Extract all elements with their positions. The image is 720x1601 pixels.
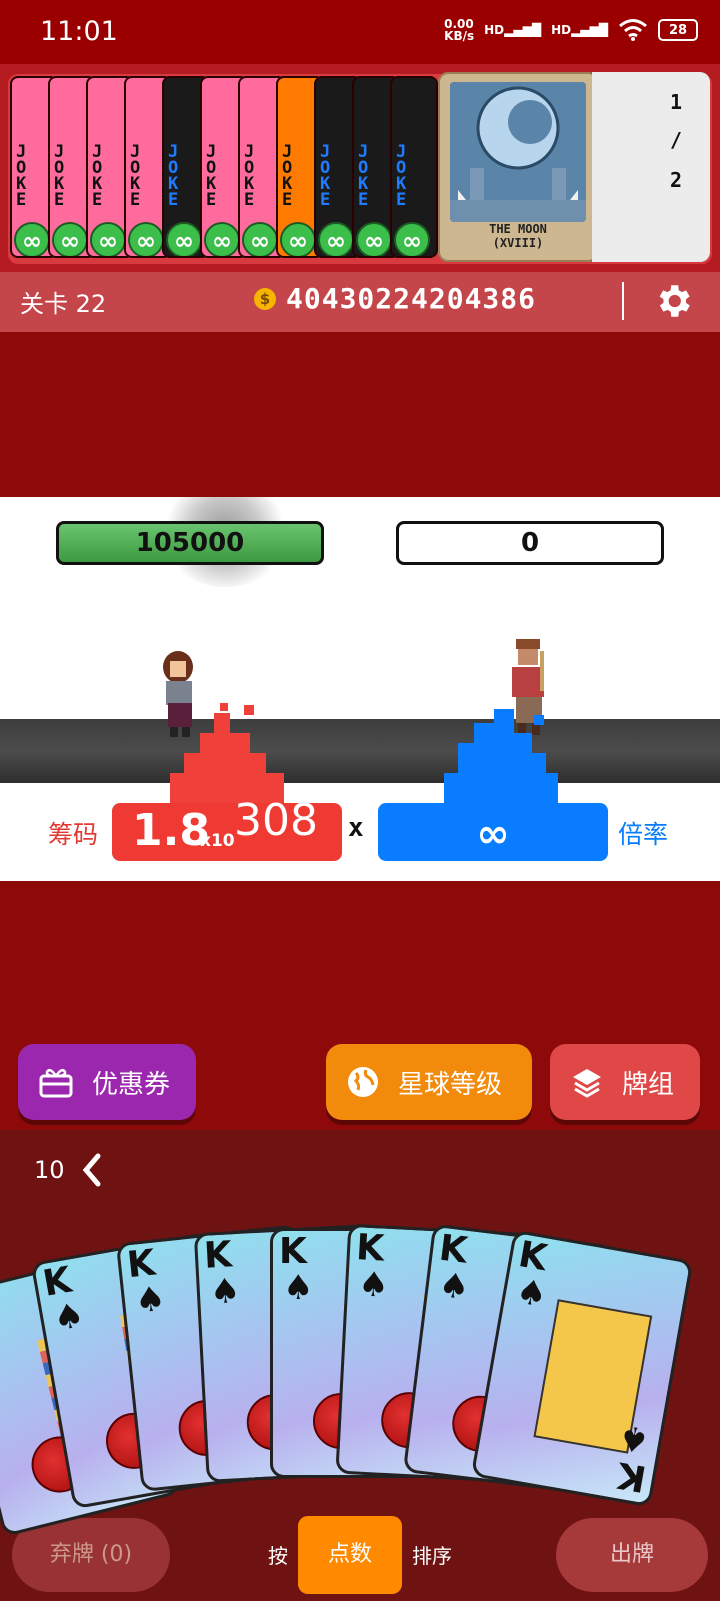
multiply-sign: x — [348, 813, 364, 843]
joker-label: J O K E — [244, 142, 255, 210]
ground — [0, 719, 720, 783]
infinity-badge: ∞ — [204, 222, 240, 256]
joker-page-indicator: 1 / 2 — [592, 72, 710, 262]
joker-label: J O K E — [358, 142, 369, 210]
card-rank: K — [355, 1227, 386, 1270]
status-indicators: 0.00 KB/s HD▂▄▆█ HD▂▄▆█ 28 — [444, 18, 698, 42]
level-label: 关卡 22 — [20, 290, 107, 318]
joker-label: J O K E — [16, 142, 27, 210]
infinity-badge: ∞ — [280, 222, 316, 256]
player-health-bar: 105000 — [56, 521, 324, 565]
infinity-badge: ∞ — [14, 222, 50, 256]
sort-suffix: 排序 — [412, 1544, 452, 1568]
infinity-badge: ∞ — [128, 222, 164, 256]
joker-label: J O K E — [92, 142, 103, 210]
gear-icon[interactable] — [652, 280, 694, 322]
joker-label: J O K E — [282, 142, 293, 210]
status-bar: 11:01 0.00 KB/s HD▂▄▆█ HD▂▄▆█ 28 — [0, 0, 720, 64]
joker-label: J O K E — [54, 142, 65, 210]
chips-exponent: 308 — [234, 795, 318, 846]
deck-label: 牌组 — [622, 1069, 675, 1100]
moon-card-title: THE MOON (XVIII) — [489, 222, 547, 250]
joker-label: J O K E — [168, 142, 179, 210]
wifi-icon — [619, 19, 647, 41]
battery-icon: 28 — [658, 19, 698, 41]
coin-icon: $ — [254, 287, 276, 310]
spade-icon: ♠ — [0, 1322, 6, 1369]
level-bar: 关卡 22 $ 40430224204386 — [0, 272, 720, 332]
spade-icon: ♠ — [436, 1264, 472, 1309]
mult-value-box: ∞ — [378, 803, 608, 861]
spade-icon: ♠ — [208, 1270, 242, 1313]
page-separator: / — [669, 128, 682, 152]
infinity-badge: ∞ — [394, 222, 430, 256]
enemy-health-bar: 0 — [396, 521, 664, 565]
chips-x10: x10 — [200, 831, 235, 851]
page-total: 2 — [669, 168, 682, 192]
moon-card-art — [450, 82, 586, 222]
deck-button[interactable]: 牌组 — [550, 1044, 700, 1120]
joker-label: J O K E — [206, 142, 217, 210]
divider — [622, 282, 624, 320]
net-speed: 0.00 KB/s — [444, 17, 475, 43]
planet-level-button[interactable]: 星球等级 — [326, 1044, 532, 1120]
coupon-label: 优惠券 — [92, 1069, 171, 1100]
tarot-card-the-moon[interactable]: THE MOON (XVIII) — [438, 72, 598, 262]
infinity-badge: ∞ — [242, 222, 278, 256]
status-time: 11:01 — [40, 16, 118, 47]
infinity-badge: ∞ — [90, 222, 126, 256]
chips-label: 筹码 — [48, 820, 99, 849]
money-display: $ 40430224204386 — [254, 282, 536, 315]
spade-icon: ♠ — [357, 1264, 390, 1306]
infinity-badge: ∞ — [166, 222, 202, 256]
chips-value-box: 1.8 x10 308 — [112, 795, 342, 861]
sort-prefix: 按 — [268, 1544, 288, 1568]
spade-icon: ♠ — [133, 1278, 168, 1322]
infinity-badge: ∞ — [318, 222, 354, 256]
chips-mantissa: 1.8 — [132, 805, 210, 856]
sort-by-points-button[interactable]: 点数 — [298, 1516, 402, 1594]
spade-icon-bottom: ♠ — [614, 1416, 652, 1461]
joker-label: J O K E — [130, 142, 141, 210]
page-current: 1 — [669, 90, 682, 114]
card-rank: K — [202, 1234, 233, 1277]
globe-icon — [348, 1067, 378, 1097]
joker-label: J O K E — [320, 142, 331, 210]
money-value: 40430224204386 — [286, 282, 537, 315]
coupon-button[interactable]: 优惠券 — [18, 1044, 196, 1120]
signal-icon-2: HD▂▄▆█ — [551, 23, 608, 37]
chevron-left-icon[interactable] — [80, 1152, 104, 1188]
mult-label: 倍率 — [618, 820, 669, 849]
joker-card[interactable]: J O K E ∞ — [390, 76, 438, 258]
infinity-badge: ∞ — [356, 222, 392, 256]
planet-level-label: 星球等级 — [398, 1069, 503, 1100]
spade-icon: ♠ — [283, 1268, 314, 1308]
spade-icon: ♠ — [513, 1271, 551, 1316]
play-hand-button[interactable]: 出牌 — [556, 1518, 708, 1592]
deck-count: 10 — [34, 1156, 65, 1184]
joker-label: J O K E — [396, 142, 407, 210]
spade-icon: ♠ — [50, 1294, 88, 1340]
layers-icon — [573, 1069, 601, 1098]
signal-icon: HD▂▄▆█ — [484, 23, 542, 37]
chips-flame — [170, 703, 284, 803]
infinity-badge: ∞ — [52, 222, 88, 256]
battle-scene: 105000 0 筹码 1.8 x10 308 x ∞ 倍率 — [0, 497, 720, 881]
card-rank: K — [279, 1231, 307, 1272]
mult-flame — [444, 709, 558, 803]
gift-icon — [39, 1068, 73, 1098]
